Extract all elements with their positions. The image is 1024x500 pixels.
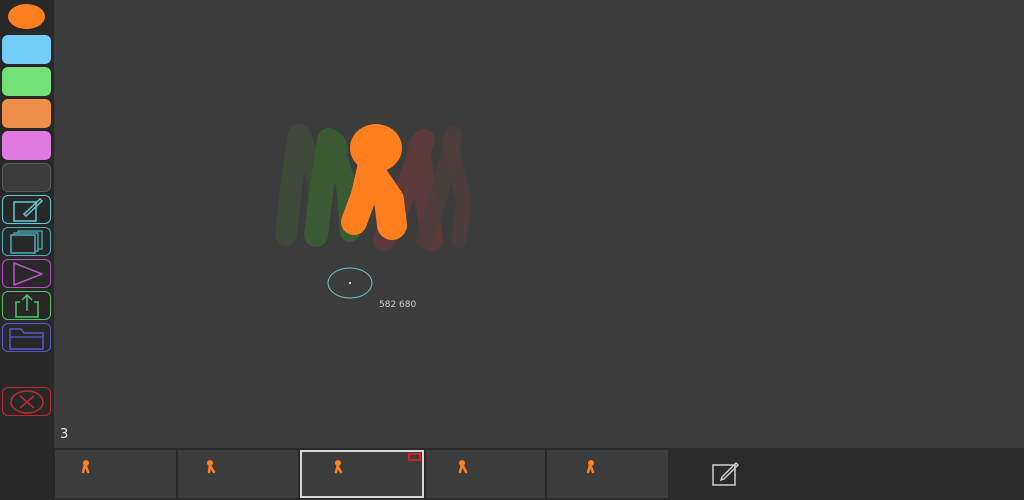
blue-swatch[interactable] (2, 35, 51, 64)
export-button[interactable] (2, 291, 51, 320)
frame-counter: 3 (60, 427, 69, 442)
orange-swatch[interactable] (2, 99, 51, 128)
onion-skin-button[interactable] (2, 227, 51, 256)
edit-frame-button[interactable] (2, 195, 51, 224)
frame-preview (207, 460, 216, 474)
close-button[interactable] (2, 387, 51, 416)
current-frame-drawing (341, 124, 407, 240)
play-button[interactable] (2, 259, 51, 288)
drawing-canvas[interactable] (54, 0, 1024, 448)
empty-swatch[interactable] (2, 163, 51, 192)
frame-timeline (54, 448, 1024, 500)
pencil-icon (12, 197, 43, 222)
current-color-indicator[interactable] (8, 4, 45, 29)
frame-thumbnail-3[interactable] (300, 450, 424, 498)
pink-swatch[interactable] (2, 131, 51, 160)
close-icon (9, 389, 44, 414)
frame-preview (334, 460, 343, 474)
cursor-coordinates: 582 680 (379, 300, 417, 310)
folder-icon (8, 327, 44, 350)
frame-thumbnail-1[interactable] (55, 450, 176, 498)
frame-preview (586, 460, 595, 474)
frame-preview (458, 460, 468, 474)
green-swatch[interactable] (2, 67, 51, 96)
share-icon (14, 293, 39, 318)
pencil-icon[interactable] (710, 458, 740, 488)
frame-thumbnail-5[interactable] (547, 450, 668, 498)
play-icon (12, 261, 43, 286)
frame-thumbnail-4[interactable] (426, 450, 545, 498)
open-folder-button[interactable] (2, 323, 51, 352)
layers-icon (9, 229, 43, 254)
brush-cursor (327, 267, 373, 299)
frame-thumbnail-2[interactable] (178, 450, 298, 498)
tool-sidebar (0, 0, 54, 500)
frame-divider (668, 448, 670, 500)
frame-preview (81, 460, 90, 474)
onion-skin-previous-frames (275, 124, 360, 247)
current-frame-marker (408, 453, 421, 461)
